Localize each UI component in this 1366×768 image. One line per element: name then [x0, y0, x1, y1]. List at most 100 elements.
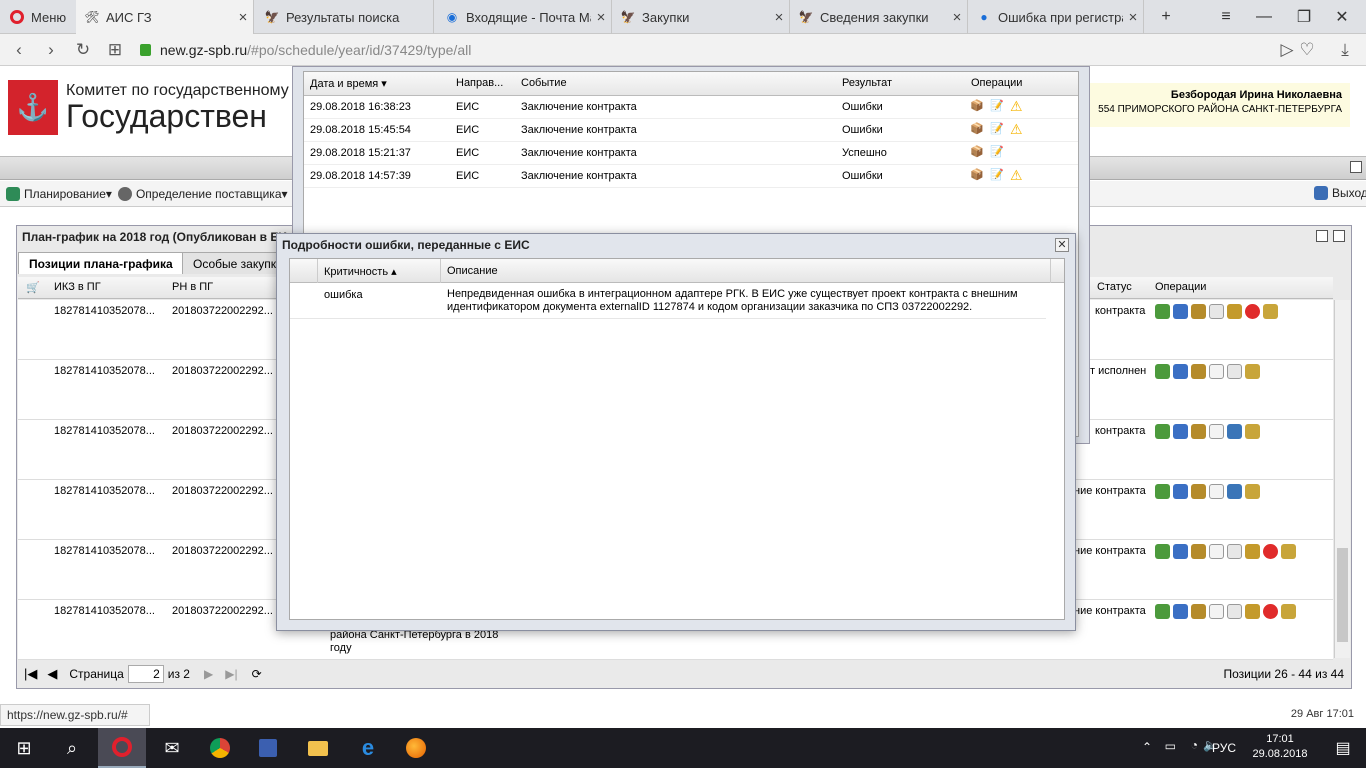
panel-collapse-icon[interactable]: [1316, 230, 1328, 242]
emblem-icon[interactable]: [1191, 364, 1206, 379]
grid-scrollbar[interactable]: [1334, 300, 1350, 658]
tab-close-icon[interactable]: ×: [769, 9, 789, 26]
chart-icon[interactable]: [1173, 484, 1188, 499]
exit-button[interactable]: Выход: [1314, 186, 1366, 200]
tab-close-icon[interactable]: ×: [591, 9, 611, 26]
package-icon[interactable]: 📦: [970, 145, 984, 158]
document-icon[interactable]: [1209, 604, 1224, 619]
log-row[interactable]: 29.08.2018 15:45:54 ЕИС Заключение контр…: [304, 119, 1078, 142]
document-icon[interactable]: [1209, 304, 1224, 319]
settings-icon[interactable]: [1155, 544, 1170, 559]
log-row[interactable]: 29.08.2018 16:38:23 ЕИС Заключение контр…: [304, 96, 1078, 119]
opera-taskbar-icon[interactable]: [98, 728, 146, 768]
tab-purchases[interactable]: 🦅 Закупки ×: [612, 0, 790, 34]
scrollbar-thumb[interactable]: [1337, 548, 1348, 642]
panel-refresh-icon[interactable]: [1333, 230, 1345, 242]
save-disk-taskbar-icon[interactable]: [244, 728, 292, 768]
close-window-button[interactable]: ✕: [1322, 0, 1362, 34]
book-icon[interactable]: [1227, 484, 1242, 499]
scroll-icon[interactable]: [1263, 304, 1278, 319]
document-edit-icon[interactable]: 📝: [990, 145, 1004, 158]
emblem-icon[interactable]: [1191, 604, 1206, 619]
url-field[interactable]: new.gz-spb.ru/#po/schedule/year/id/37429…: [140, 39, 1330, 61]
tab-purchase-info[interactable]: 🦅 Сведения закупки ×: [790, 0, 968, 34]
scroll-icon[interactable]: [1245, 484, 1260, 499]
battery-icon[interactable]: ▭: [1165, 739, 1176, 753]
upload-icon[interactable]: [1227, 304, 1242, 319]
scroll-icon[interactable]: [1281, 544, 1296, 559]
firefox-taskbar-icon[interactable]: [392, 728, 440, 768]
notifications-icon[interactable]: ▤: [1320, 728, 1366, 768]
chart-icon[interactable]: [1173, 424, 1188, 439]
package-icon[interactable]: 📦: [970, 99, 984, 112]
wifi-icon[interactable]: ◔: [1191, 738, 1198, 752]
chart-icon[interactable]: [1173, 604, 1188, 619]
chart-icon[interactable]: [1173, 304, 1188, 319]
settings-icon[interactable]: [1155, 604, 1170, 619]
package-icon[interactable]: 📦: [970, 168, 984, 181]
prev-page-icon[interactable]: ◀: [47, 666, 57, 682]
chart-icon[interactable]: [1173, 364, 1188, 379]
chart-icon[interactable]: [1173, 544, 1188, 559]
document-edit-icon[interactable]: 📝: [990, 99, 1004, 112]
ie-taskbar-icon[interactable]: e: [344, 728, 392, 768]
minimize-button[interactable]: —: [1244, 0, 1284, 34]
last-page-icon[interactable]: ▶|: [225, 667, 237, 681]
opera-menu-button[interactable]: Меню: [0, 0, 76, 34]
windows-start-icon[interactable]: ⊞: [0, 728, 48, 768]
bookmark-heart-icon[interactable]: ♡: [1292, 34, 1322, 66]
document-edit-icon[interactable]: 📝: [990, 168, 1004, 181]
tab-ais-gz[interactable]: 🛠 АИС ГЗ ×: [76, 0, 254, 34]
close-icon[interactable]: ✕: [1055, 238, 1069, 252]
col-direction[interactable]: Направ...: [456, 77, 503, 89]
stop-icon[interactable]: [1263, 604, 1278, 619]
reload-button[interactable]: ↻: [68, 34, 98, 66]
folder-taskbar-icon[interactable]: [294, 728, 342, 768]
tab-close-icon[interactable]: ×: [947, 9, 967, 26]
list-icon[interactable]: [1227, 544, 1242, 559]
search-icon[interactable]: ⌕: [48, 728, 96, 768]
menu-supplier[interactable]: Определение поставщика ▾: [117, 186, 288, 201]
tab-close-icon[interactable]: ×: [1123, 9, 1143, 26]
collapse-icon[interactable]: [1350, 161, 1362, 173]
document-icon[interactable]: [1209, 544, 1224, 559]
col-status[interactable]: Статус: [1097, 281, 1132, 293]
upload-icon[interactable]: [1245, 544, 1260, 559]
col-rn[interactable]: РН в ПГ: [172, 281, 213, 293]
emblem-icon[interactable]: [1191, 304, 1206, 319]
language-indicator[interactable]: РУС: [1212, 741, 1236, 755]
error-row[interactable]: ошибка Непредвиденная ошибка в интеграци…: [290, 283, 1046, 319]
col-event[interactable]: Событие: [521, 77, 567, 89]
document-icon[interactable]: [1209, 364, 1224, 379]
col-datetime[interactable]: Дата и время ▾: [310, 77, 387, 90]
chrome-taskbar-icon[interactable]: [196, 728, 244, 768]
emblem-icon[interactable]: [1191, 424, 1206, 439]
new-tab-button[interactable]: +: [1146, 0, 1186, 34]
restore-button[interactable]: ❐: [1284, 0, 1324, 34]
list-icon[interactable]: [1227, 604, 1242, 619]
upload-icon[interactable]: [1245, 604, 1260, 619]
col-description[interactable]: Описание: [447, 265, 498, 277]
document-icon[interactable]: [1209, 424, 1224, 439]
page-number-input[interactable]: [127, 665, 164, 683]
stop-icon[interactable]: [1245, 304, 1260, 319]
document-icon[interactable]: [1209, 484, 1224, 499]
forward-button[interactable]: ›: [36, 34, 66, 66]
tray-chevron-icon[interactable]: ⌃: [1142, 740, 1152, 754]
warning-icon[interactable]: ⚠: [1010, 167, 1023, 184]
tab-menu-icon[interactable]: ≡: [1206, 0, 1246, 34]
settings-icon[interactable]: [1155, 424, 1170, 439]
next-page-icon[interactable]: ▶: [204, 667, 213, 681]
cart-icon[interactable]: 🛒: [26, 281, 40, 294]
tab-search-results[interactable]: 🦅 Результаты поиска: [256, 0, 434, 34]
first-page-icon[interactable]: |◀: [24, 666, 37, 682]
speed-dial-icon[interactable]: ⊞: [100, 34, 130, 66]
emblem-icon[interactable]: [1191, 484, 1206, 499]
log-row[interactable]: 29.08.2018 15:21:37 ЕИС Заключение контр…: [304, 142, 1078, 165]
tab-positions[interactable]: Позиции плана-графика: [18, 252, 184, 274]
book-icon[interactable]: [1227, 424, 1242, 439]
back-button[interactable]: ‹: [4, 34, 34, 66]
tab-registration-error[interactable]: ● Ошибка при регистра ×: [968, 0, 1144, 34]
settings-icon[interactable]: [1155, 484, 1170, 499]
log-row[interactable]: 29.08.2018 14:57:39 ЕИС Заключение контр…: [304, 165, 1078, 188]
